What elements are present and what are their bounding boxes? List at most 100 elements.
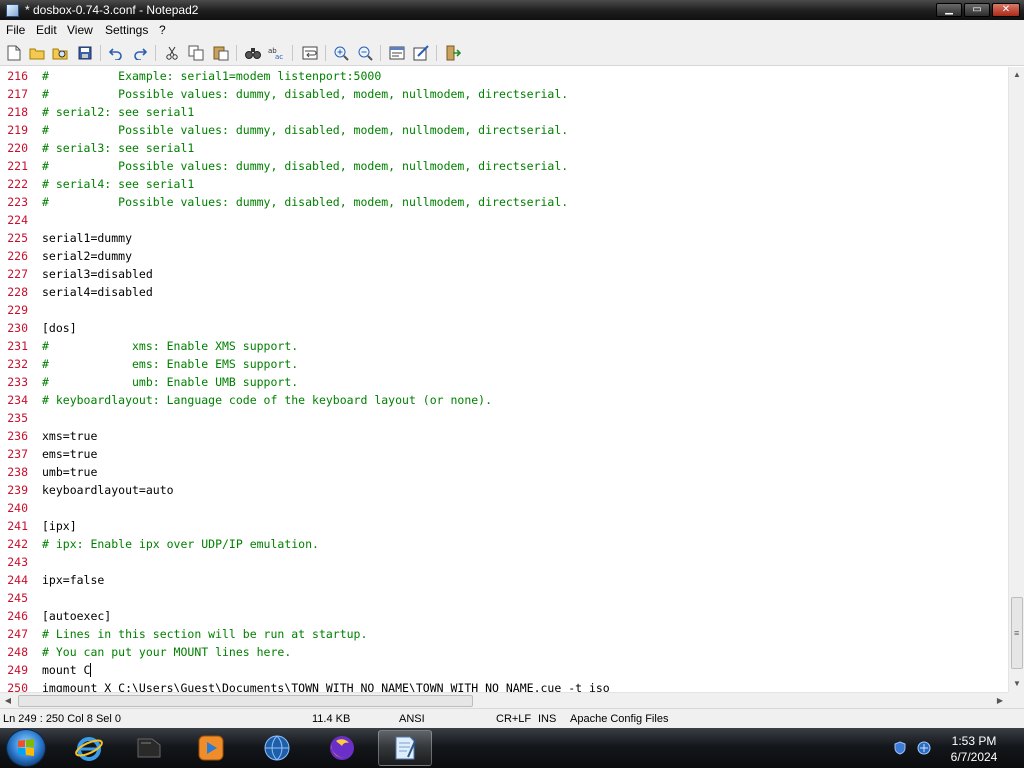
- editor-line[interactable]: 217 # Possible values: dummy, disabled, m…: [0, 85, 1008, 103]
- editor-line[interactable]: 237 ems=true: [0, 445, 1008, 463]
- editor-line[interactable]: 236 xms=true: [0, 427, 1008, 445]
- open-folder-icon[interactable]: [28, 44, 46, 62]
- editor-line[interactable]: 247 # Lines in this section will be run a…: [0, 625, 1008, 643]
- editor-line[interactable]: 227 serial3=disabled: [0, 265, 1008, 283]
- line-number: 225: [7, 231, 28, 245]
- config-text: serial3=disabled: [42, 267, 153, 281]
- editor-line[interactable]: 242 # ipx: Enable ipx over UDP/IP emulati…: [0, 535, 1008, 553]
- shield-icon[interactable]: [893, 741, 907, 755]
- undo-icon[interactable]: [107, 44, 125, 62]
- scroll-up-button[interactable]: ▲: [1009, 67, 1024, 83]
- menu-settings[interactable]: Settings: [105, 23, 148, 37]
- line-number: 234: [7, 393, 28, 407]
- scroll-down-button[interactable]: ▼: [1009, 676, 1024, 692]
- copy-icon[interactable]: [187, 44, 205, 62]
- start-button[interactable]: [6, 729, 46, 767]
- comment-text: # xms: Enable XMS support.: [42, 339, 299, 353]
- zoom-out-icon[interactable]: [356, 44, 374, 62]
- scroll-right-button[interactable]: ▶: [992, 693, 1008, 709]
- minimize-button[interactable]: ▁: [936, 3, 962, 17]
- zoom-in-icon[interactable]: [332, 44, 350, 62]
- network-icon[interactable]: [917, 741, 931, 755]
- cut-icon[interactable]: [163, 44, 181, 62]
- editor-line[interactable]: 248 # You can put your MOUNT lines here.: [0, 643, 1008, 661]
- editor-line[interactable]: 224: [0, 211, 1008, 229]
- replace-icon[interactable]: ab ac: [268, 44, 286, 62]
- config-text: serial2=dummy: [42, 249, 133, 263]
- title-bar: * dosbox-0.74-3.conf - Notepad2 ▁ ▭ ✕: [0, 0, 1024, 20]
- editor-line[interactable]: 238 umb=true: [0, 463, 1008, 481]
- editor-line[interactable]: 245: [0, 589, 1008, 607]
- editor-line[interactable]: 239 keyboardlayout=auto: [0, 481, 1008, 499]
- find-icon[interactable]: [244, 44, 262, 62]
- editor-line[interactable]: 234 # keyboardlayout: Language code of th…: [0, 391, 1008, 409]
- notepad2-icon[interactable]: [378, 730, 432, 766]
- internet-explorer-icon[interactable]: [62, 730, 116, 766]
- editor-line[interactable]: 228 serial4=disabled: [0, 283, 1008, 301]
- editor-line[interactable]: 241 [ipx]: [0, 517, 1008, 535]
- editor-line[interactable]: 244 ipx=false: [0, 571, 1008, 589]
- media-center-icon[interactable]: [122, 730, 176, 766]
- editor-line[interactable]: 243: [0, 553, 1008, 571]
- save-icon[interactable]: [76, 44, 94, 62]
- editor-line[interactable]: 216 # Example: serial1=modem listenport:5…: [0, 67, 1008, 85]
- editor-line[interactable]: 221 # Possible values: dummy, disabled, m…: [0, 157, 1008, 175]
- editor-line[interactable]: 223 # Possible values: dummy, disabled, m…: [0, 193, 1008, 211]
- editor-line[interactable]: 233 # umb: Enable UMB support.: [0, 373, 1008, 391]
- firefox-icon[interactable]: [315, 730, 369, 766]
- word-wrap-icon[interactable]: [301, 44, 319, 62]
- editor-line[interactable]: 222 # serial4: see serial1: [0, 175, 1008, 193]
- horizontal-scrollbar[interactable]: ◀ ▶: [0, 692, 1008, 708]
- vertical-scrollbar[interactable]: ▲ ≡ ▼: [1008, 67, 1024, 692]
- customize-icon[interactable]: [412, 44, 430, 62]
- scroll-left-button[interactable]: ◀: [0, 693, 16, 709]
- editor-line[interactable]: 240: [0, 499, 1008, 517]
- paste-icon[interactable]: [212, 44, 230, 62]
- redo-icon[interactable]: [131, 44, 149, 62]
- media-player-icon[interactable]: [184, 730, 238, 766]
- status-encoding[interactable]: ANSI: [399, 713, 425, 725]
- status-syntax-scheme[interactable]: Apache Config Files: [570, 713, 668, 725]
- editor-line[interactable]: 229: [0, 301, 1008, 319]
- editor-line[interactable]: 250 imgmount X C:\Users\Guest\Documents\T…: [0, 679, 1008, 692]
- editor-line[interactable]: 218 # serial2: see serial1: [0, 103, 1008, 121]
- line-number: 248: [7, 645, 28, 659]
- status-bar: Ln 249 : 250 Col 8 Sel 0 11.4 KB ANSI CR…: [0, 708, 1024, 728]
- config-text: imgmount X C:\Users\Guest\Documents\TOWN…: [42, 681, 610, 692]
- close-button[interactable]: ✕: [992, 3, 1020, 17]
- editor-line[interactable]: 219 # Possible values: dummy, disabled, m…: [0, 121, 1008, 139]
- editor-line[interactable]: 232 # ems: Enable EMS support.: [0, 355, 1008, 373]
- horizontal-scroll-thumb[interactable]: [18, 695, 473, 707]
- text-caret: [90, 663, 91, 677]
- exit-icon[interactable]: [444, 44, 462, 62]
- editor-line[interactable]: 235: [0, 409, 1008, 427]
- text-editor[interactable]: 216 # Example: serial1=modem listenport:5…: [0, 67, 1008, 692]
- notepad2-app-icon[interactable]: [6, 4, 19, 17]
- globe-icon[interactable]: [250, 730, 304, 766]
- line-number: 230: [7, 321, 28, 335]
- status-insert-mode[interactable]: INS: [538, 713, 556, 725]
- menu-edit[interactable]: Edit: [36, 23, 57, 37]
- thumb-grip-icon: ≡: [1014, 628, 1020, 638]
- editor-line[interactable]: 249 mount C: [0, 661, 1008, 679]
- editor-line[interactable]: 226 serial2=dummy: [0, 247, 1008, 265]
- editor-line[interactable]: 225 serial1=dummy: [0, 229, 1008, 247]
- menu-help[interactable]: ?: [159, 23, 166, 37]
- config-text: [ipx]: [42, 519, 77, 533]
- editor-line[interactable]: 230 [dos]: [0, 319, 1008, 337]
- scheme-icon[interactable]: [388, 44, 406, 62]
- editor-line[interactable]: 246 [autoexec]: [0, 607, 1008, 625]
- editor-line[interactable]: 231 # xms: Enable XMS support.: [0, 337, 1008, 355]
- system-clock[interactable]: 1:53 PM 6/7/2024: [936, 733, 1012, 765]
- status-line-endings[interactable]: CR+LF: [496, 713, 531, 725]
- editor-line[interactable]: 220 # serial3: see serial1: [0, 139, 1008, 157]
- new-file-icon[interactable]: [5, 44, 23, 62]
- window-title: * dosbox-0.74-3.conf - Notepad2: [25, 3, 199, 17]
- menu-view[interactable]: View: [67, 23, 93, 37]
- vertical-scroll-thumb[interactable]: ≡: [1011, 597, 1023, 669]
- line-number: 235: [7, 411, 28, 425]
- maximize-button[interactable]: ▭: [964, 3, 990, 17]
- browse-icon[interactable]: [51, 44, 69, 62]
- config-text: ipx=false: [42, 573, 105, 587]
- menu-file[interactable]: File: [6, 23, 25, 37]
